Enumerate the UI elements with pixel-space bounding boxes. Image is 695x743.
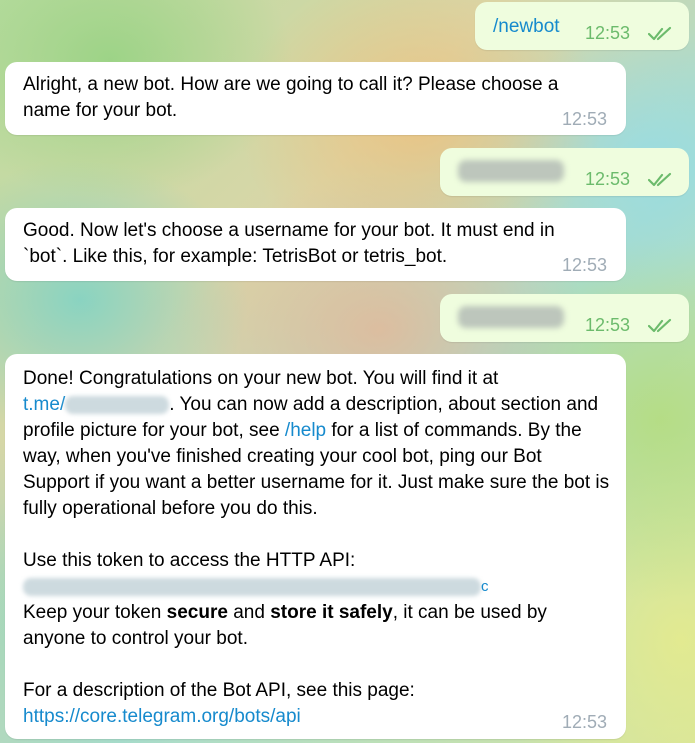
message-outgoing-newbot[interactable]: /newbot 12:53: [475, 2, 689, 50]
message-time: 12:53: [585, 315, 631, 335]
message-time: 12:53: [562, 712, 608, 732]
redacted-bot-username: [458, 306, 564, 328]
token-intro: Use this token to access the HTTP API:: [23, 550, 356, 571]
redacted-link: [65, 395, 170, 414]
token-line[interactable]: c: [23, 574, 613, 600]
message-time: 12:53: [585, 23, 631, 43]
double-check-icon: [648, 318, 672, 333]
done-line: Done! Congratulations on your new bot. Y…: [23, 368, 499, 389]
double-check-icon: [648, 172, 672, 187]
message-time: 12:53: [585, 169, 631, 189]
message-incoming[interactable]: Good. Now let's choose a username for yo…: [5, 208, 626, 281]
bot-link[interactable]: t.me/: [23, 394, 170, 415]
bot-link-paragraph: t.me/. You can now add a description, ab…: [23, 394, 610, 519]
message-incoming-botfather-done[interactable]: Done! Congratulations on your new bot. Y…: [5, 354, 626, 739]
message-text: Alright, a new bot. How are we going to …: [23, 74, 564, 121]
message-incoming[interactable]: Alright, a new bot. How are we going to …: [5, 62, 626, 135]
double-check-icon: [648, 26, 672, 41]
message-time: 12:53: [562, 255, 608, 275]
message-outgoing-username[interactable]: 12:53: [440, 294, 689, 342]
message-text: Done! Congratulations on your new bot. Y…: [23, 366, 613, 730]
help-command-link[interactable]: /help: [285, 420, 326, 441]
redacted-bot-name: [458, 160, 564, 182]
api-intro: For a description of the Bot API, see th…: [23, 680, 415, 701]
command-newbot[interactable]: /newbot: [493, 14, 560, 40]
redacted-token: [23, 578, 481, 596]
token-tail: c: [481, 578, 489, 595]
message-time: 12:53: [562, 109, 608, 129]
bot-api-link[interactable]: https://core.telegram.org/bots/api: [23, 704, 613, 730]
message-text: Good. Now let's choose a username for yo…: [23, 220, 560, 267]
keep-token-paragraph: Keep your token secure and store it safe…: [23, 602, 547, 649]
message-outgoing-bot-name[interactable]: 12:53: [440, 148, 689, 196]
